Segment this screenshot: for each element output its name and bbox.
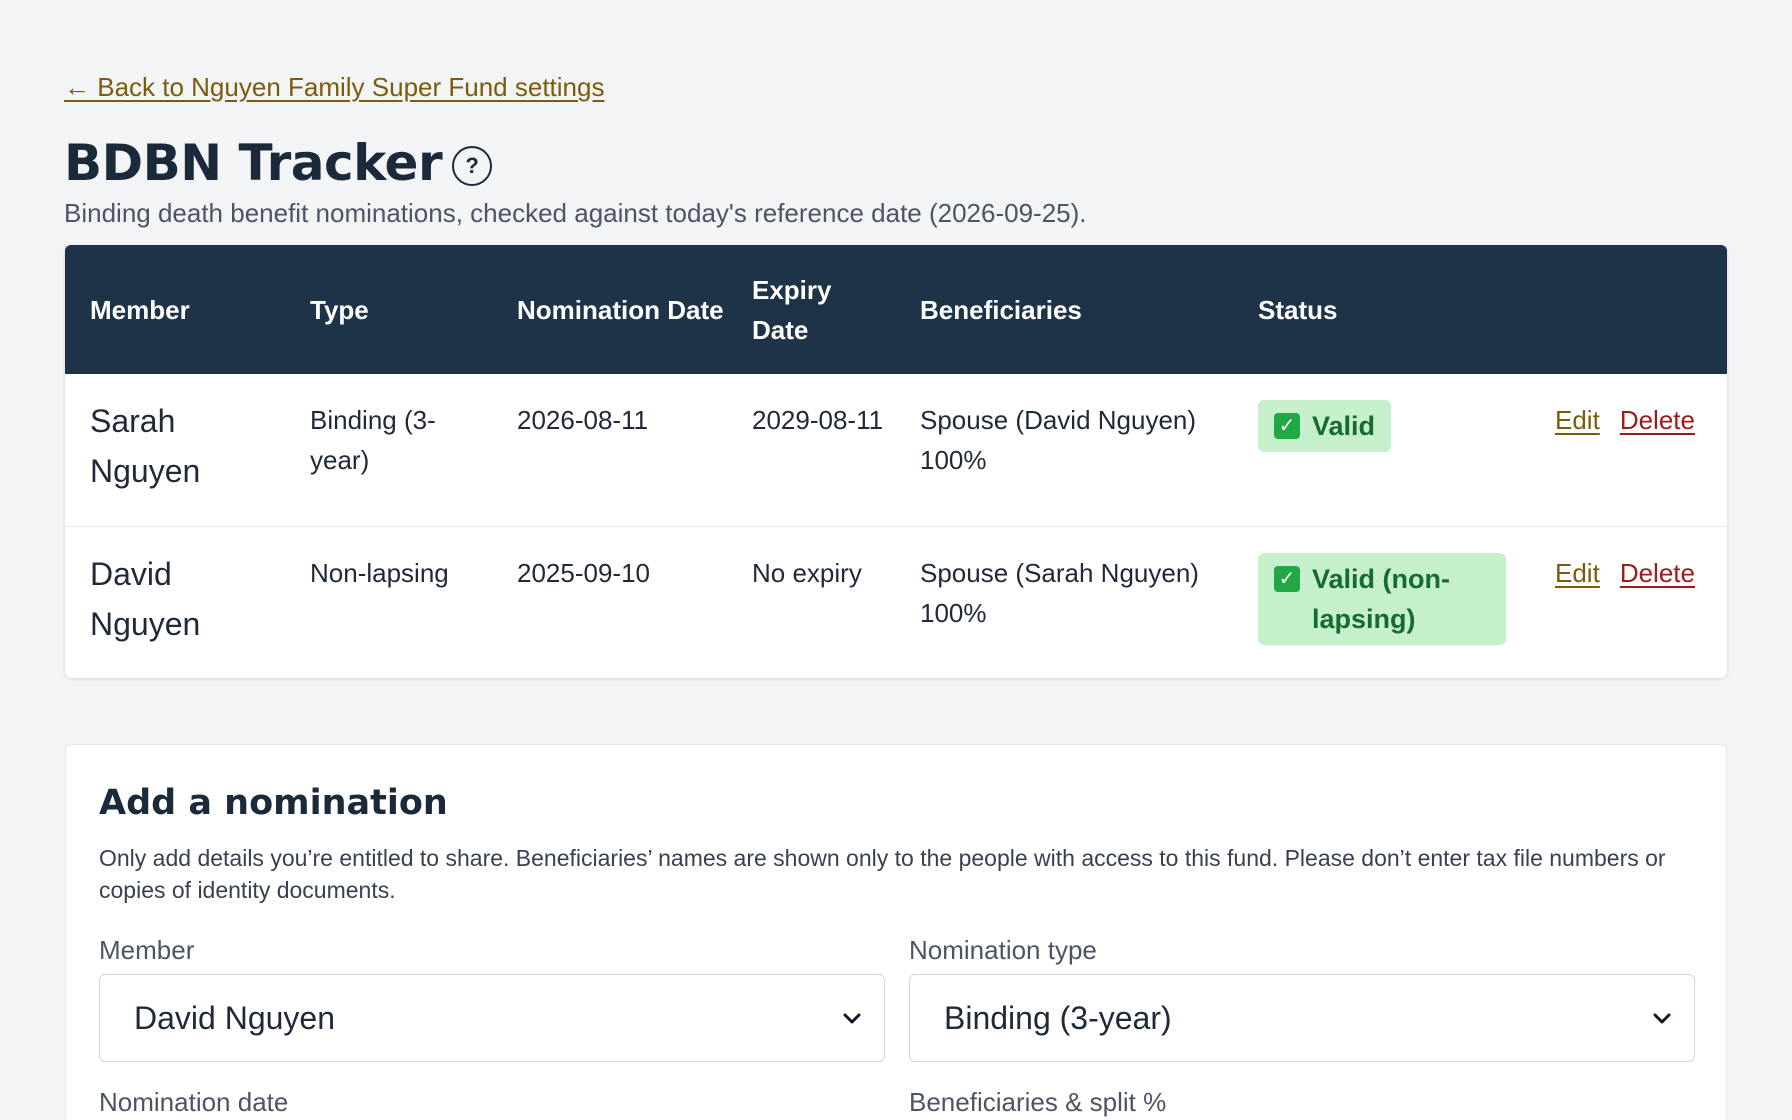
delete-link[interactable]: Delete — [1620, 405, 1695, 435]
cell-member: Sarah Nguyen — [90, 403, 201, 489]
cell-member: David Nguyen — [90, 555, 201, 642]
column-header-type: Type — [310, 294, 369, 325]
title-row: BDBN Tracker ? — [64, 134, 493, 192]
edit-link[interactable]: Edit — [1555, 405, 1600, 435]
column-header-expiry-date: Expiry Date — [752, 274, 832, 345]
nomination-type-field: Nomination type Binding (3-year) — [909, 935, 1695, 1062]
column-header-nomination-date: Nomination Date — [517, 294, 724, 325]
page-title: BDBN Tracker — [64, 134, 443, 192]
cell-beneficiaries: Spouse (Sarah Nguyen) 100% — [920, 557, 1199, 628]
beneficiaries-field: Beneficiaries & split % — [909, 1087, 1695, 1120]
nomination-date-label: Nomination date — [99, 1087, 289, 1117]
table-row: Sarah Nguyen Binding (3-year) 2026-08-11… — [65, 374, 1727, 526]
status-badge: ✓ Valid (non-lapsing) — [1258, 552, 1506, 645]
table-row: David Nguyen Non-lapsing 2025-09-10 No e… — [65, 526, 1727, 678]
page-subtitle: Binding death benefit nominations, check… — [64, 198, 1087, 228]
nomination-type-select[interactable]: Binding (3-year) — [909, 974, 1695, 1062]
status-badge-label: Valid — [1312, 411, 1376, 441]
nomination-date-field: Nomination date — [99, 1087, 885, 1120]
cell-expiry-date: 2029-08-11 — [752, 405, 884, 435]
column-header-actions — [1530, 245, 1727, 374]
cell-expiry-date: No expiry — [752, 557, 862, 588]
cell-type: Binding (3-year) — [310, 405, 436, 475]
column-header-status: Status — [1258, 294, 1338, 325]
chevron-down-icon — [843, 1013, 861, 1024]
cell-actions: Edit Delete — [1530, 374, 1727, 526]
delete-link[interactable]: Delete — [1620, 558, 1695, 588]
page: ← Back to Nguyen Family Super Fund setti… — [0, 0, 1792, 1120]
nomination-type-select-value: Binding (3-year) — [944, 999, 1172, 1036]
help-icon[interactable]: ? — [452, 146, 493, 186]
add-nomination-form: Add a nomination Only add details you’re… — [65, 744, 1727, 1120]
cell-status: ✓ Valid — [1233, 374, 1530, 526]
table-header-row: Member Type Nomination Date Expiry Date … — [65, 245, 1727, 374]
back-to-fund-settings-link[interactable]: ← Back to Nguyen Family Super Fund setti… — [64, 72, 604, 103]
member-field: Member David Nguyen — [99, 935, 885, 1062]
cell-nomination-date: 2025-09-10 — [517, 557, 650, 588]
cell-actions: Edit Delete — [1530, 526, 1727, 678]
chevron-down-icon — [1653, 1013, 1671, 1024]
form-title: Add a nomination — [99, 783, 448, 823]
member-label: Member — [99, 935, 195, 965]
cell-nomination-date: 2026-08-11 — [517, 405, 649, 435]
column-header-beneficiaries: Beneficiaries — [920, 294, 1082, 325]
cell-beneficiaries: Spouse (David Nguyen) 100% — [920, 405, 1197, 475]
check-mark-icon: ✓ — [1274, 565, 1300, 592]
member-select[interactable]: David Nguyen — [99, 974, 885, 1062]
cell-type: Non-lapsing — [310, 557, 449, 588]
column-header-member: Member — [90, 294, 190, 325]
nomination-type-label: Nomination type — [909, 935, 1097, 965]
beneficiaries-label: Beneficiaries & split % — [909, 1087, 1167, 1117]
status-badge-label: Valid (non-lapsing) — [1312, 563, 1450, 634]
check-mark-icon: ✓ — [1274, 413, 1300, 439]
member-select-value: David Nguyen — [134, 999, 335, 1036]
edit-link[interactable]: Edit — [1555, 558, 1600, 588]
status-badge: ✓ Valid — [1258, 400, 1392, 452]
nominations-table: Member Type Nomination Date Expiry Date … — [65, 245, 1727, 678]
form-privacy-note: Only add details you’re entitled to shar… — [99, 845, 1666, 903]
cell-status: ✓ Valid (non-lapsing) — [1233, 526, 1530, 678]
